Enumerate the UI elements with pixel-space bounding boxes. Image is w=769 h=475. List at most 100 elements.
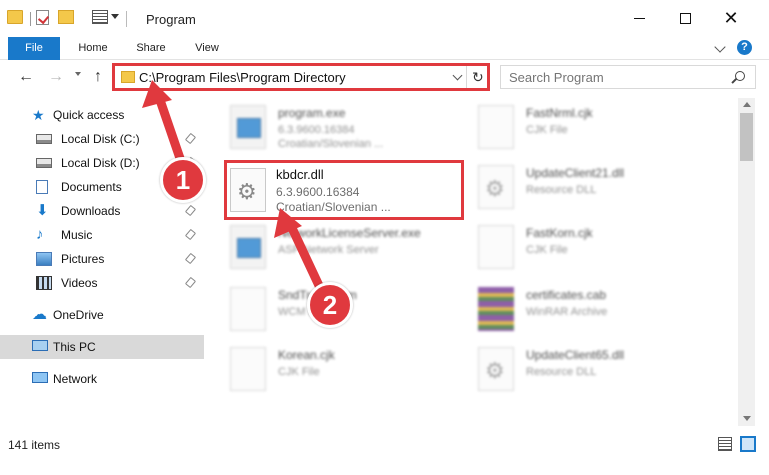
file-description: Croatian/Slovenian ... bbox=[278, 138, 384, 150]
help-icon[interactable]: ? bbox=[737, 40, 752, 55]
sidebar-item-this-pc[interactable]: This PC bbox=[0, 335, 204, 359]
quick-access-toolbar-icon[interactable] bbox=[92, 10, 108, 24]
properties-check-icon[interactable] bbox=[36, 10, 49, 25]
sidebar-item-label: Videos bbox=[61, 276, 98, 290]
divider bbox=[126, 11, 127, 27]
up-arrow-icon[interactable]: ↑ bbox=[94, 68, 102, 86]
forward-arrow-icon[interactable]: → bbox=[48, 68, 64, 86]
maximize-button[interactable] bbox=[662, 0, 708, 37]
details-view-icon[interactable] bbox=[718, 437, 732, 451]
exe-file-icon bbox=[230, 225, 266, 269]
sidebar-item-label: OneDrive bbox=[53, 308, 104, 322]
search-input[interactable] bbox=[509, 70, 729, 85]
sidebar-item-videos[interactable]: Videos bbox=[0, 271, 204, 295]
sidebar-item-label: Quick access bbox=[53, 108, 125, 122]
back-arrow-icon[interactable]: ← bbox=[18, 68, 34, 86]
chevron-down-icon[interactable] bbox=[111, 14, 119, 19]
pin-icon[interactable] bbox=[184, 252, 197, 265]
file-name: certificates.cab bbox=[526, 288, 607, 302]
sidebar-item-label: Music bbox=[61, 228, 93, 242]
file-item[interactable]: Korean.cjk CJK File bbox=[230, 344, 470, 400]
scroll-up-icon[interactable] bbox=[743, 102, 751, 107]
folder-icon bbox=[7, 10, 23, 24]
disk-icon bbox=[36, 158, 52, 168]
step-1-badge: 1 bbox=[160, 157, 206, 203]
file-item[interactable]: NetworkLicenseServer.exe ASP Network Ser… bbox=[230, 222, 470, 278]
tab-home[interactable]: Home bbox=[70, 37, 116, 60]
tab-view[interactable]: View bbox=[184, 37, 230, 60]
sidebar-item-label: Local Disk (D:) bbox=[61, 156, 140, 170]
title-bar: Program ✕ bbox=[0, 0, 769, 37]
file-type: CJK File bbox=[526, 124, 568, 136]
scroll-down-icon[interactable] bbox=[743, 416, 751, 421]
file-type: Resource DLL bbox=[526, 366, 597, 378]
star-icon: ★ bbox=[32, 107, 45, 123]
window-title: Program bbox=[146, 12, 196, 27]
pc-icon bbox=[32, 340, 48, 351]
file-item[interactable]: UpdateClient21.dll Resource DLL bbox=[478, 162, 718, 218]
divider bbox=[30, 12, 31, 26]
videos-icon bbox=[36, 276, 52, 290]
file-version: 6.3.9600.16384 bbox=[278, 124, 355, 136]
downloads-icon: ⬇ bbox=[36, 202, 49, 219]
pin-icon[interactable] bbox=[184, 228, 197, 241]
file-item[interactable]: FastKorn.cjk CJK File bbox=[478, 222, 718, 278]
maximize-icon bbox=[679, 13, 691, 24]
pictures-icon bbox=[36, 252, 52, 266]
navigation-pane: ★ Quick access Local Disk (C:) Local Dis… bbox=[0, 98, 204, 432]
pin-icon[interactable] bbox=[184, 132, 197, 145]
file-type: Resource DLL bbox=[526, 184, 597, 196]
file-name: FastNrml.cjk bbox=[526, 106, 593, 120]
sidebar-item-pictures[interactable]: Pictures bbox=[0, 247, 204, 271]
document-file-icon bbox=[478, 225, 514, 269]
vertical-scrollbar[interactable] bbox=[738, 98, 755, 426]
file-type: CJK File bbox=[278, 366, 320, 378]
sidebar-item-onedrive[interactable]: ☁ OneDrive bbox=[0, 303, 204, 327]
scroll-thumb[interactable] bbox=[740, 113, 753, 161]
disk-icon bbox=[36, 134, 52, 144]
file-name: Korean.cjk bbox=[278, 348, 335, 362]
sidebar-item-local-disk-c[interactable]: Local Disk (C:) bbox=[0, 127, 204, 151]
sidebar-item-label: This PC bbox=[53, 340, 96, 354]
network-icon bbox=[32, 372, 48, 383]
tab-share[interactable]: Share bbox=[128, 37, 174, 60]
sidebar-item-network[interactable]: Network bbox=[0, 367, 204, 391]
file-type: WinRAR Archive bbox=[526, 306, 608, 318]
file-type: ASP Network Server bbox=[278, 244, 379, 256]
tab-file[interactable]: File bbox=[8, 37, 60, 60]
sidebar-item-label: Pictures bbox=[61, 252, 105, 266]
search-icon[interactable] bbox=[735, 71, 745, 81]
file-item[interactable]: certificates.cab WinRAR Archive bbox=[478, 284, 718, 340]
sidebar-item-downloads[interactable]: ⬇ Downloads bbox=[0, 199, 204, 223]
close-icon: ✕ bbox=[723, 8, 739, 28]
file-name: FastKorn.cjk bbox=[526, 226, 593, 240]
file-list: program.exe 6.3.9600.16384 Croatian/Slov… bbox=[204, 98, 739, 432]
new-folder-icon[interactable] bbox=[58, 10, 74, 24]
large-icons-view-icon[interactable] bbox=[740, 436, 756, 452]
pin-icon[interactable] bbox=[184, 276, 197, 289]
item-count: 141 items bbox=[8, 438, 61, 452]
step-2-badge: 2 bbox=[307, 282, 353, 328]
file-item[interactable]: FastNrml.cjk CJK File bbox=[478, 102, 718, 158]
sidebar-item-music[interactable]: ♪ Music bbox=[0, 223, 204, 247]
music-icon: ♪ bbox=[36, 226, 44, 243]
file-name: UpdateClient65.dll bbox=[526, 348, 625, 362]
file-highlight-box bbox=[224, 160, 464, 220]
recent-locations-chevron-icon[interactable] bbox=[75, 72, 81, 76]
ribbon: File Home Share View ? bbox=[0, 37, 769, 60]
file-item[interactable]: UpdateClient65.dll Resource DLL bbox=[478, 344, 718, 400]
file-item[interactable]: program.exe 6.3.9600.16384 Croatian/Slov… bbox=[230, 102, 470, 158]
close-button[interactable]: ✕ bbox=[708, 0, 754, 37]
documents-icon bbox=[36, 180, 48, 194]
minimize-button[interactable] bbox=[616, 0, 662, 37]
document-file-icon bbox=[478, 105, 514, 149]
sidebar-item-label: Documents bbox=[61, 180, 122, 194]
expand-ribbon-icon[interactable] bbox=[714, 41, 726, 53]
pin-icon[interactable] bbox=[184, 204, 197, 217]
sidebar-item-quick-access[interactable]: ★ Quick access bbox=[0, 103, 204, 127]
search-box[interactable] bbox=[500, 65, 756, 89]
dll-file-icon bbox=[478, 165, 514, 209]
sidebar-item-label: Downloads bbox=[61, 204, 121, 218]
status-bar: 141 items bbox=[0, 432, 769, 475]
sidebar-item-label: Local Disk (C:) bbox=[61, 132, 140, 146]
